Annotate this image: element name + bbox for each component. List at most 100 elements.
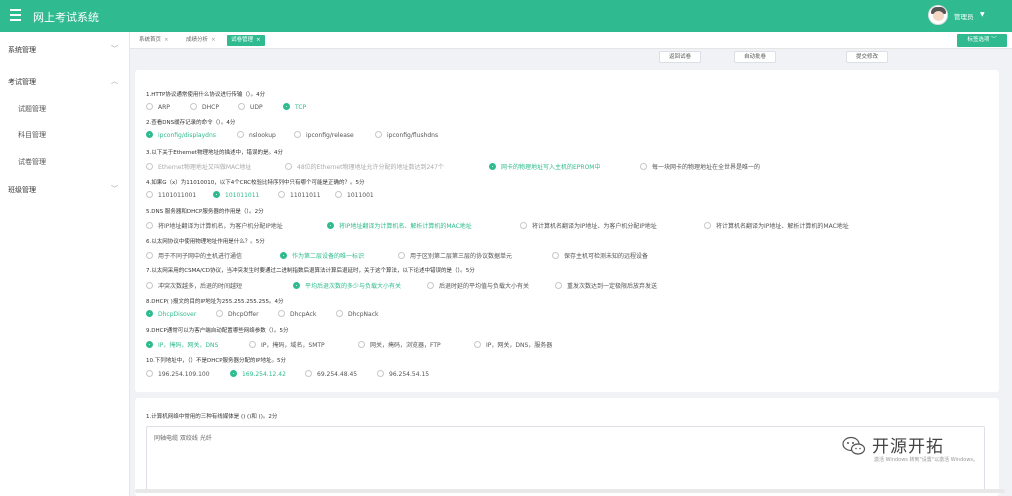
- option-label: Ethernet物理地址又叫做MAC地址: [158, 164, 252, 171]
- tab-options-dropdown[interactable]: 标签选项 ﹀: [957, 34, 1007, 47]
- radio-icon: [474, 341, 481, 348]
- sidebar-item-papers[interactable]: 试卷管理: [0, 152, 130, 172]
- radio-icon: [552, 252, 559, 259]
- option-radio[interactable]: 重发次数达到一定极限后放弃发送: [555, 281, 657, 290]
- option-label: 96.254.54.15: [389, 371, 430, 378]
- option-radio[interactable]: 1011001: [335, 191, 374, 199]
- horizontal-scrollbar[interactable]: [135, 489, 1005, 493]
- tab-paper-management[interactable]: 试卷管理 ×: [227, 35, 265, 46]
- option-radio-selected[interactable]: ipconfig/displaydns: [146, 131, 216, 139]
- option-radio[interactable]: 将计算机名翻译为IP地址、为客户机分配IP地址: [520, 221, 657, 230]
- option-radio[interactable]: ipconfig/flushdns: [375, 131, 438, 139]
- option-radio[interactable]: 用于不同子网中的主机进行通信: [146, 251, 242, 260]
- radio-icon: [377, 370, 384, 377]
- option-radio-selected[interactable]: IP，掩码，网关，DNS: [146, 340, 218, 349]
- sidebar-item-class[interactable]: 班级管理 ﹀: [0, 180, 130, 200]
- sidebar-item-system[interactable]: 系统管理 ﹀: [0, 40, 130, 60]
- radio-icon: [336, 310, 343, 317]
- option-label: IP，掩码，域名，SMTP: [261, 342, 325, 349]
- option-radio[interactable]: 网关，掩码，浏览器，FTP: [358, 340, 441, 349]
- avatar[interactable]: [928, 5, 948, 25]
- sidebar-item-exam[interactable]: 考试管理 ︿: [0, 72, 130, 92]
- radio-icon: [278, 191, 285, 198]
- option-radio[interactable]: 96.254.54.15: [377, 370, 430, 378]
- option-radio-selected[interactable]: TCP: [283, 103, 306, 111]
- option-label: 169.254.12.42: [242, 371, 286, 378]
- question-title: 2.查看DNS缓存记录的命令（）。4分: [146, 120, 236, 126]
- radio-icon: [398, 252, 405, 259]
- option-label: DhcpOffer: [228, 311, 259, 318]
- radio-checked-icon: [280, 252, 287, 259]
- sidebar-item-questions[interactable]: 试题管理: [0, 99, 130, 119]
- sidebar-item-label: 班级管理: [8, 186, 36, 194]
- option-radio[interactable]: DhcpNack: [336, 310, 378, 318]
- option-label: 将IP地址翻译为计算机名、解析计算机的MAC地址: [339, 223, 472, 230]
- wechat-icon: [842, 436, 866, 455]
- caret-down-icon[interactable]: ▼: [980, 11, 985, 18]
- activate-windows-text: 激活 Windows 转到"设置"以激活 Windows。: [874, 457, 979, 463]
- option-radio[interactable]: DHCP: [190, 103, 219, 111]
- option-label: ARP: [158, 104, 170, 111]
- option-radio-selected[interactable]: 网卡的物理地址写入主机的EPROM中: [489, 162, 600, 171]
- option-radio-selected[interactable]: 平均后退次数的多少与负载大小有关: [293, 281, 401, 290]
- radio-icon: [555, 282, 562, 289]
- option-radio[interactable]: 11011011: [278, 191, 321, 199]
- sidebar-item-label: 科目管理: [18, 131, 46, 139]
- hamburger-menu-icon[interactable]: [10, 9, 21, 21]
- back-to-paper-button[interactable]: 返回试卷: [659, 51, 701, 63]
- watermark: 开源开拓 激活 Windows 转到"设置"以激活 Windows。: [842, 432, 982, 466]
- radio-icon: [216, 310, 223, 317]
- option-radio[interactable]: ipconfig/release: [294, 131, 354, 139]
- option-radio[interactable]: IP，掩码，域名，SMTP: [249, 340, 325, 349]
- tab-score-analysis[interactable]: 成绩分析 ×: [182, 35, 220, 46]
- option-radio-selected[interactable]: 101011011: [213, 191, 259, 199]
- option-radio[interactable]: 后退时延的平均值与负载大小有关: [427, 281, 529, 290]
- radio-icon: [640, 163, 647, 170]
- option-label: 后退时延的平均值与负载大小有关: [439, 283, 530, 290]
- option-radio[interactable]: DhcpOffer: [216, 310, 259, 318]
- option-radio-selected[interactable]: DhcpDisover: [146, 310, 196, 318]
- option-radio[interactable]: 冲突次数越多，后退的时间越短: [146, 281, 242, 290]
- auto-grade-button[interactable]: 自动批卷: [734, 51, 776, 63]
- radio-checked-icon: [146, 341, 153, 348]
- option-radio-selected[interactable]: 作为第二层设备的唯一标识: [280, 251, 364, 260]
- sidebar-item-label: 试卷管理: [18, 158, 46, 166]
- radio-icon: [335, 191, 342, 198]
- option-radio[interactable]: 将计算机名翻译为IP地址、解析计算机的MAC地址: [704, 221, 849, 230]
- option-radio[interactable]: 69.254.48.45: [305, 370, 357, 378]
- sidebar-item-label: 考试管理: [8, 78, 36, 86]
- tab-home[interactable]: 系统首页 ×: [135, 35, 173, 46]
- question-title: 9.DHCP通常可以为客户端自动配置哪些网络参数（）。5分: [146, 328, 289, 334]
- option-radio[interactable]: 48位的Ethernet物理地址允许分配的地址数达到247个: [285, 162, 444, 171]
- option-radio[interactable]: 将IP地址翻译为计算机名，为客户机分配IP地址: [146, 221, 283, 230]
- tab-label: 系统首页: [139, 37, 162, 43]
- option-radio[interactable]: Ethernet物理地址又叫做MAC地址: [146, 162, 251, 171]
- option-radio[interactable]: nslookup: [237, 131, 276, 139]
- option-label: 将计算机名翻译为IP地址、解析计算机的MAC地址: [716, 223, 849, 230]
- radio-checked-icon: [146, 310, 153, 317]
- close-icon[interactable]: ×: [164, 37, 169, 43]
- option-radio[interactable]: 每一块网卡的物理地址在全世界是唯一的: [640, 162, 760, 171]
- option-radio[interactable]: IP，网关，DNS，服务器: [474, 340, 552, 349]
- option-label: 每一块网卡的物理地址在全世界是唯一的: [652, 164, 761, 171]
- user-name[interactable]: 管理员: [954, 11, 974, 21]
- option-radio[interactable]: 1101011001: [146, 191, 196, 199]
- option-radio[interactable]: DhcpAck: [278, 310, 316, 318]
- option-radio-selected[interactable]: 169.254.12.42: [230, 370, 286, 378]
- option-radio[interactable]: UDP: [238, 103, 263, 111]
- option-radio[interactable]: 用于区别第二层第三层的协议数据单元: [398, 251, 512, 260]
- option-radio[interactable]: 保存主机可检测未知的远程设备: [552, 251, 648, 260]
- option-label: 重发次数达到一定极限后放弃发送: [567, 283, 658, 290]
- tab-label: 试卷管理: [231, 37, 254, 43]
- close-icon[interactable]: ×: [211, 37, 216, 43]
- option-radio-selected[interactable]: 将IP地址翻译为计算机名、解析计算机的MAC地址: [327, 221, 472, 230]
- option-radio[interactable]: ARP: [146, 103, 170, 111]
- submit-changes-button[interactable]: 提交修改: [846, 51, 888, 63]
- option-radio[interactable]: 196.254.109.100: [146, 370, 210, 378]
- close-icon[interactable]: ×: [256, 37, 261, 43]
- sidebar-item-subjects[interactable]: 科目管理: [0, 125, 130, 145]
- chevron-up-icon: ︿: [111, 77, 118, 85]
- question-title: 8.DHCP( )报文的目的IP地址为255.255.255.255。4分: [146, 299, 284, 305]
- chevron-down-icon: ﹀: [111, 185, 118, 193]
- question-title: 10.下列地址中，（）不是DHCP服务器分配的IP地址。5分: [146, 358, 286, 364]
